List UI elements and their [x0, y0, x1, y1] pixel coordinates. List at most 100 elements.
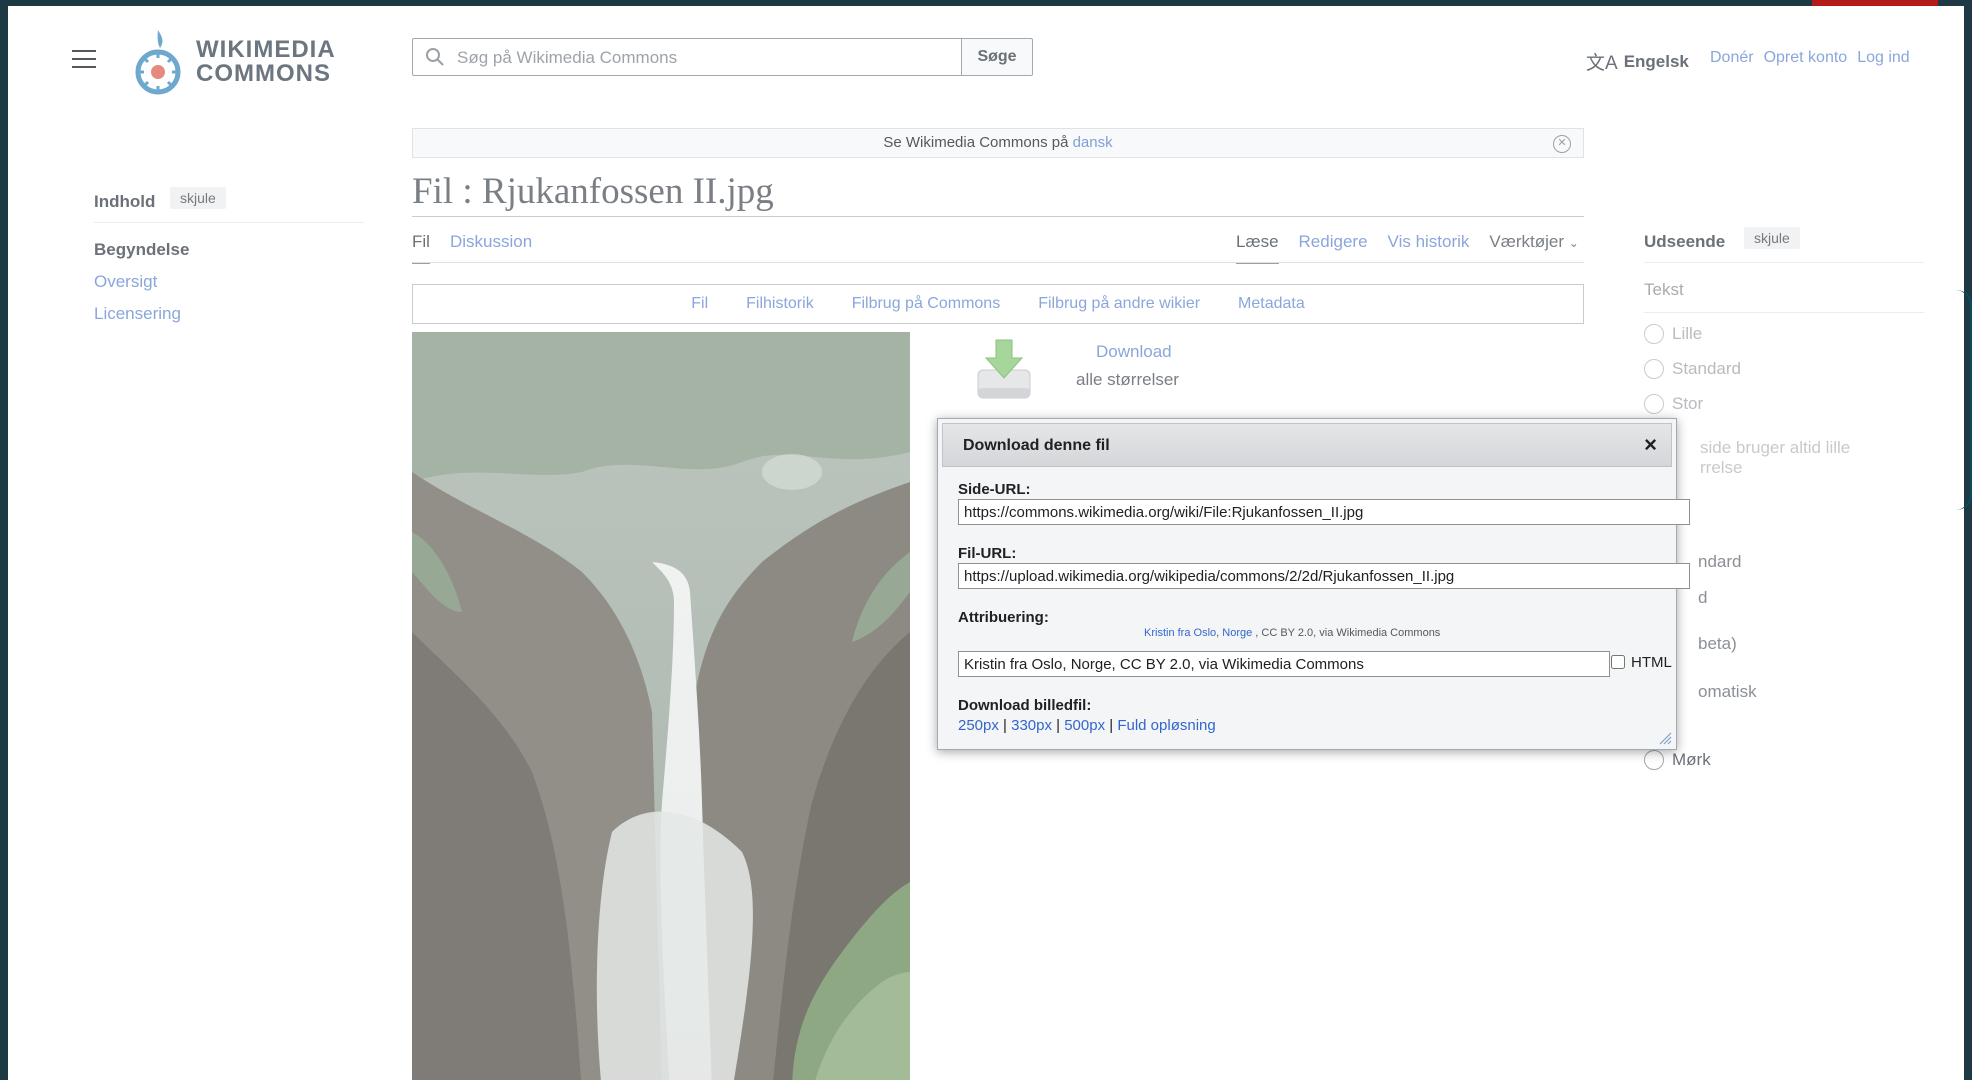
file-section-nav: Fil Filhistorik Filbrug på Commons Filbr… [412, 284, 1584, 324]
view-tabs: Læse Redigere Vis historik Værktøjer ⌄ [1236, 232, 1579, 264]
logo-line2: COMMONS [196, 60, 331, 87]
tab-redigere[interactable]: Redigere [1299, 232, 1368, 252]
download-icon[interactable] [974, 336, 1034, 402]
page-title: Fil : Rjukanfossen II.jpg [412, 171, 774, 212]
download-all-sizes-link[interactable]: Download [1096, 342, 1172, 362]
color-beta-partial: beta) [1698, 634, 1737, 653]
radio-label: Mørk [1672, 750, 1711, 769]
divider [412, 216, 1584, 217]
wikimedia-commons-logo-icon[interactable] [130, 28, 186, 98]
toc-item-oversigt[interactable]: Oversigt [94, 272, 157, 291]
donate-link[interactable]: Donér [1710, 49, 1754, 67]
text-size-small-option[interactable]: Lille [1644, 324, 1702, 344]
close-icon[interactable]: ✕ [1553, 135, 1571, 153]
tab-fil[interactable]: Fil [412, 232, 430, 264]
file-nav-metadata[interactable]: Metadata [1238, 295, 1305, 313]
file-nav-filhistorik[interactable]: Filhistorik [746, 295, 814, 313]
search-button[interactable]: Søge [961, 38, 1033, 76]
color-auto-partial: omatisk [1698, 682, 1757, 701]
html-checkbox[interactable] [1611, 655, 1625, 669]
site-notice-link[interactable]: dansk [1073, 134, 1113, 151]
attribution-license: , CC BY 2.0, via Wikimedia Commons [1252, 627, 1441, 639]
text-size-label: Tekst [1644, 280, 1684, 299]
radio-label: Stor [1672, 394, 1704, 413]
decorative-edge [1956, 290, 1972, 510]
width-standard-partial: ndard [1698, 552, 1742, 571]
logo-wordmark[interactable]: WIKIMEDIA COMMONS [196, 38, 336, 86]
download-image-label: Download billedfil: [958, 697, 1092, 714]
radio-icon [1644, 750, 1664, 770]
main-menu-icon[interactable] [72, 50, 96, 68]
language-button[interactable]: 文A Engelsk [1586, 48, 1689, 75]
file-image[interactable] [412, 332, 910, 1080]
color-dark-option[interactable]: Mørk [1644, 750, 1711, 770]
width-wide-partial: d [1698, 588, 1708, 607]
size-500-link[interactable]: 500px [1064, 717, 1105, 734]
divider [1644, 312, 1924, 313]
chevron-down-icon: ⌄ [1568, 236, 1579, 250]
radio-label: Standard [1672, 359, 1741, 378]
attribution-field[interactable] [958, 651, 1610, 677]
site-notice-text: Se Wikimedia Commons på [883, 134, 1069, 151]
toc-hide-button[interactable]: skjule [170, 187, 226, 209]
author-link[interactable]: Kristin fra Oslo [1144, 627, 1216, 639]
text-size-large-option[interactable]: Stor [1644, 394, 1703, 414]
search-input[interactable] [455, 39, 959, 77]
dialog-title: Download denne fil [963, 437, 1110, 454]
tools-label: Værktøjer [1489, 232, 1565, 251]
radio-icon [1644, 359, 1664, 379]
size-250-link[interactable]: 250px [958, 717, 999, 734]
radio-label: Lille [1672, 324, 1703, 343]
divider [94, 222, 364, 223]
toc-item-begyndelse[interactable]: Begyndelse [94, 240, 189, 260]
attribution-label: Attribuering: [958, 609, 1049, 626]
page-url-field[interactable] [958, 499, 1690, 525]
toc-title: Indhold [94, 192, 156, 211]
radio-icon [1644, 394, 1664, 414]
size-330-link[interactable]: 330px [1011, 717, 1052, 734]
appearance-hide-button[interactable]: skjule [1744, 227, 1800, 249]
file-url-field[interactable] [958, 563, 1690, 589]
attribution-preview: Kristin fra Oslo, Norge , CC BY 2.0, via… [1144, 627, 1440, 639]
divider [1644, 262, 1924, 263]
search-icon [426, 48, 444, 66]
size-separator: | [1051, 717, 1065, 734]
full-resolution-link[interactable]: Fuld opløsning [1117, 717, 1215, 734]
namespace-tabs: Fil Diskussion [412, 232, 532, 264]
toc-item-licensering[interactable]: Licensering [94, 304, 181, 323]
file-nav-filbrug-commons[interactable]: Filbrug på Commons [852, 295, 1001, 313]
text-size-standard-option[interactable]: Standard [1644, 359, 1741, 379]
appearance-note-line2: rrelse [1700, 458, 1743, 477]
page: WIKIMEDIA COMMONS Søge 文A Engelsk Donér … [8, 6, 1964, 1080]
download-all-sizes-subtitle: alle størrelser [1076, 370, 1179, 389]
radio-icon [1644, 324, 1664, 344]
download-dialog: Download denne fil × Side-URL: Fil-URL: … [937, 418, 1690, 750]
file-nav-fil[interactable]: Fil [691, 295, 708, 313]
create-account-link[interactable]: Opret konto [1764, 49, 1848, 67]
appearance-title: Udseende [1644, 232, 1726, 251]
resize-handle-icon[interactable] [1658, 731, 1672, 745]
language-label: Engelsk [1623, 51, 1689, 71]
logo-line1: WIKIMEDIA [196, 36, 336, 63]
search-box [412, 38, 962, 77]
size-separator: | [1105, 717, 1118, 734]
appearance-note-line1: side bruger altid lille [1700, 438, 1851, 457]
tab-diskussion[interactable]: Diskussion [450, 232, 532, 252]
tools-dropdown[interactable]: Værktøjer ⌄ [1489, 232, 1578, 252]
file-nav-filbrug-andre[interactable]: Filbrug på andre wikier [1038, 295, 1200, 313]
file-url-label: Fil-URL: [958, 545, 1017, 562]
dialog-header[interactable]: Download denne fil × [942, 423, 1672, 467]
tab-laese[interactable]: Læse [1236, 232, 1279, 264]
login-link[interactable]: Log ind [1857, 49, 1910, 67]
image-size-links: 250px | 330px | 500px | Fuld opløsning [958, 717, 1216, 734]
translate-icon: 文A [1586, 53, 1618, 74]
site-notice: Se Wikimedia Commons på dansk ✕ [412, 128, 1584, 158]
close-icon[interactable]: × [1644, 432, 1657, 458]
html-checkbox-label: HTML [1631, 654, 1672, 671]
location-link[interactable]: Norge [1222, 627, 1252, 639]
tab-vis-historik[interactable]: Vis historik [1388, 232, 1470, 252]
page-url-label: Side-URL: [958, 481, 1031, 498]
toc-list: Begyndelse Oversigt Licensering [94, 240, 189, 336]
size-separator: | [998, 717, 1012, 734]
user-links: Donér Opret konto Log ind [1710, 49, 1910, 67]
